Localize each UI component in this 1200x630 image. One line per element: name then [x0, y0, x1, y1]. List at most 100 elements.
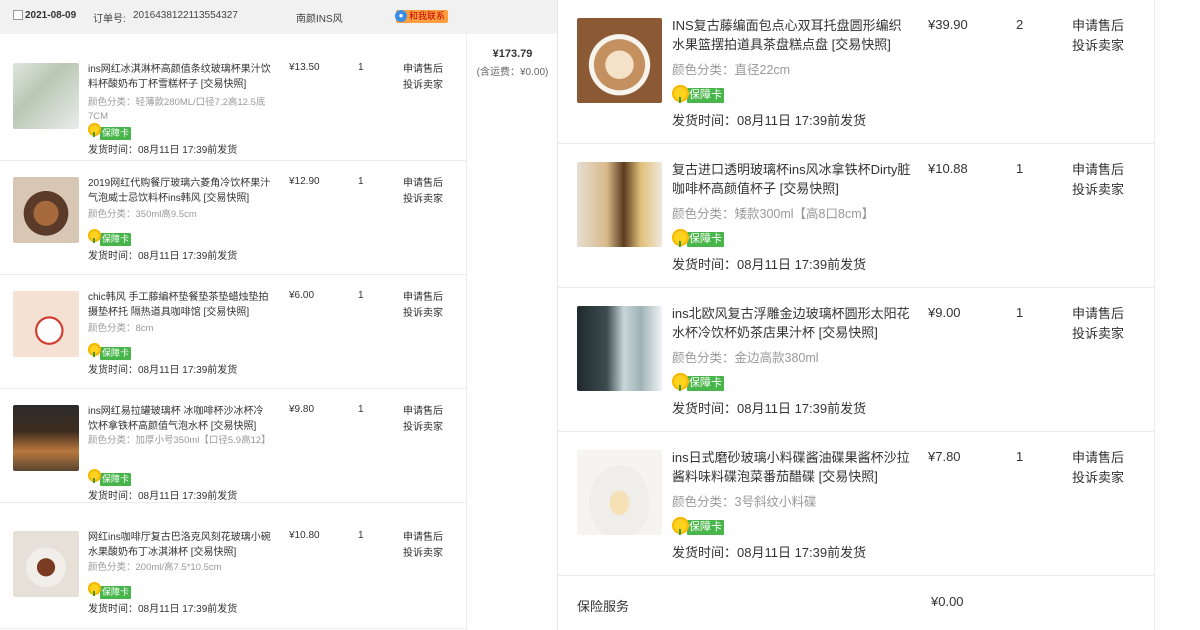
item-operations: 申请售后 投诉卖家 [1072, 448, 1124, 488]
flower-icon [88, 229, 101, 243]
product-thumbnail[interactable] [577, 306, 662, 391]
product-title-link[interactable]: 复古进口透明玻璃杯ins风冰拿铁杯Dirty脏咖啡杯高颜值杯子 [交易快照] [672, 160, 912, 198]
product-title-link[interactable]: INS复古藤编面包点心双耳托盘圆形编织水果篮摆拍道具茶盘糕点盘 [交易快照] [672, 16, 912, 54]
insurance-label: 保险服务 [577, 599, 630, 614]
item-price: ¥9.80 [289, 404, 315, 415]
flower-icon [672, 373, 689, 391]
order-number: 2016438122113554327 [133, 10, 238, 21]
flower-icon [672, 517, 689, 535]
shop-name-link[interactable]: 南颜INS风 [296, 10, 343, 25]
product-spec: 颜色分类：200ml/高7.5*10.5cm [88, 562, 222, 573]
flower-icon [88, 582, 101, 596]
complain-seller-link[interactable]: 投诉卖家 [403, 306, 443, 322]
item-price: ¥7.80 [928, 449, 961, 464]
order-item-row: ins网红冰淇淋杯高颜值条纹玻璃杯果汁饮料杯酸奶布丁杯雪糕杯子 [交易快照] 颜… [0, 47, 466, 161]
complain-seller-link[interactable]: 投诉卖家 [403, 192, 443, 208]
item-price: ¥13.50 [289, 62, 320, 73]
item-quantity: 1 [358, 404, 364, 415]
product-title-link[interactable]: ins网红易拉罐玻璃杯 冰咖啡杯沙冰杯冷饮杯拿铁杯高颜值气泡水杯 [交易快照] [88, 404, 273, 434]
apply-after-sale-link[interactable]: 申请售后 [403, 290, 443, 306]
product-title-link[interactable]: ins北欧风复古浮雕金边玻璃杯圆形太阳花水杯冷饮杯奶茶店果汁杯 [交易快照] [672, 304, 912, 342]
ship-time: 发货时间：08月11日 17:39前发货 [88, 491, 238, 502]
guarantee-label: 保障卡 [100, 127, 132, 140]
complain-seller-link[interactable]: 投诉卖家 [403, 420, 443, 436]
complain-seller-link[interactable]: 投诉卖家 [403, 546, 443, 562]
order-item-row: ins网红易拉罐玻璃杯 冰咖啡杯沙冰杯冷饮杯拿铁杯高颜值气泡水杯 [交易快照] … [0, 389, 466, 503]
flower-icon [672, 229, 689, 247]
order-select-checkbox[interactable] [13, 10, 23, 20]
item-operations: 申请售后 投诉卖家 [403, 530, 443, 562]
product-title-link[interactable]: ins日式磨砂玻璃小料碟酱油碟果酱杯沙拉酱料味料碟泡菜番茄醋碟 [交易快照] [672, 448, 912, 486]
product-thumbnail[interactable] [577, 18, 662, 103]
apply-after-sale-link[interactable]: 申请售后 [1072, 448, 1124, 468]
apply-after-sale-link[interactable]: 申请售后 [403, 404, 443, 420]
apply-after-sale-link[interactable]: 申请售后 [1072, 160, 1124, 180]
order-item-row: ins日式磨砂玻璃小料碟酱油碟果酱杯沙拉酱料味料碟泡菜番茄醋碟 [交易快照] 颜… [558, 432, 1154, 576]
product-thumbnail[interactable] [13, 405, 79, 471]
item-price: ¥9.00 [928, 305, 961, 320]
flower-icon [88, 343, 101, 357]
contact-seller-label: 和我联系 [409, 11, 446, 21]
apply-after-sale-link[interactable]: 申请售后 [1072, 16, 1124, 36]
product-thumbnail[interactable] [577, 162, 662, 247]
ship-time: 发货时间：08月11日 17:39前发货 [88, 365, 238, 376]
item-quantity: 1 [358, 62, 364, 73]
contact-seller-button[interactable]: ● 和我联系 [395, 10, 449, 23]
ship-time: 发货时间：08月11日 17:39前发货 [672, 113, 867, 128]
item-quantity: 1 [1016, 305, 1024, 320]
order-item-row: 2019网红代购餐厅玻璃六菱角冷饮杯果汁气泡威士忌饮料杯ins韩风 [交易快照]… [0, 161, 466, 275]
item-price: ¥10.80 [289, 530, 320, 541]
product-spec: 颜色分类：直径22cm [672, 63, 791, 77]
order-number-label: 订单号: [93, 14, 126, 25]
guarantee-label: 保障卡 [687, 520, 724, 535]
product-thumbnail[interactable] [13, 531, 79, 597]
ship-time: 发货时间：08月11日 17:39前发货 [672, 401, 867, 416]
guarantee-label: 保障卡 [100, 347, 132, 360]
item-price: ¥6.00 [289, 290, 315, 301]
product-title-link[interactable]: ins网红冰淇淋杯高颜值条纹玻璃杯果汁饮料杯酸奶布丁杯雪糕杯子 [交易快照] [88, 62, 273, 92]
product-spec: 颜色分类：轻薄款280ML/口径7.2高12.5底7CM [88, 97, 266, 122]
product-thumbnail[interactable] [13, 177, 79, 243]
product-title-link[interactable]: 网红ins咖啡厅复古巴洛克风刻花玻璃小碗水果酸奶布丁冰淇淋杯 [交易快照] [88, 530, 273, 560]
product-spec: 颜色分类：加厚小号350ml【口径5.9高12】 [88, 435, 271, 446]
guarantee-label: 保障卡 [687, 232, 724, 247]
guarantee-badge: 保障卡 [672, 517, 724, 535]
product-spec: 颜色分类：金边高款380ml [672, 351, 819, 365]
complain-seller-link[interactable]: 投诉卖家 [1072, 180, 1124, 200]
item-price: ¥12.90 [289, 176, 320, 187]
item-quantity: 2 [1016, 17, 1024, 32]
item-price: ¥10.88 [928, 161, 968, 176]
product-spec: 颜色分类：矮款300ml【高8口8cm】 [672, 207, 875, 221]
chat-bubble-icon: ● [395, 10, 407, 22]
guarantee-badge: 保障卡 [88, 469, 132, 486]
item-price: ¥39.90 [928, 17, 968, 32]
guarantee-badge: 保障卡 [672, 373, 724, 391]
guarantee-badge: 保障卡 [88, 123, 132, 140]
item-operations: 申请售后 投诉卖家 [1072, 304, 1124, 344]
product-thumbnail[interactable] [13, 291, 79, 357]
apply-after-sale-link[interactable]: 申请售后 [1072, 304, 1124, 324]
ship-time: 发货时间：08月11日 17:39前发货 [88, 145, 238, 156]
flower-icon [88, 123, 101, 137]
apply-after-sale-link[interactable]: 申请售后 [403, 176, 443, 192]
guarantee-badge: 保障卡 [88, 229, 132, 246]
apply-after-sale-link[interactable]: 申请售后 [403, 530, 443, 546]
ship-time: 发货时间：08月11日 17:39前发货 [88, 604, 238, 615]
apply-after-sale-link[interactable]: 申请售后 [403, 62, 443, 78]
complain-seller-link[interactable]: 投诉卖家 [1072, 324, 1124, 344]
flower-icon [88, 469, 101, 483]
order-item-row: 网红ins咖啡厅复古巴洛克风刻花玻璃小碗水果酸奶布丁冰淇淋杯 [交易快照] 颜色… [0, 515, 466, 629]
product-title-link[interactable]: chic韩风 手工藤编杯垫餐垫茶垫蜡烛垫拍摄垫杯托 隔热道具咖啡馆 [交易快照] [88, 290, 273, 320]
product-thumbnail[interactable] [13, 63, 79, 129]
complain-seller-link[interactable]: 投诉卖家 [403, 78, 443, 94]
item-operations: 申请售后 投诉卖家 [403, 290, 443, 322]
insurance-service-row: 保险服务 ¥0.00 [558, 576, 1154, 630]
column-divider [1154, 0, 1155, 630]
product-spec: 颜色分类：350ml高9.5cm [88, 209, 197, 220]
product-thumbnail[interactable] [577, 450, 662, 535]
product-title-link[interactable]: 2019网红代购餐厅玻璃六菱角冷饮杯果汁气泡威士忌饮料杯ins韩风 [交易快照] [88, 176, 273, 206]
order-item-row: chic韩风 手工藤编杯垫餐垫茶垫蜡烛垫拍摄垫杯托 隔热道具咖啡馆 [交易快照]… [0, 275, 466, 389]
item-quantity: 1 [1016, 161, 1024, 176]
complain-seller-link[interactable]: 投诉卖家 [1072, 36, 1124, 56]
complain-seller-link[interactable]: 投诉卖家 [1072, 468, 1124, 488]
